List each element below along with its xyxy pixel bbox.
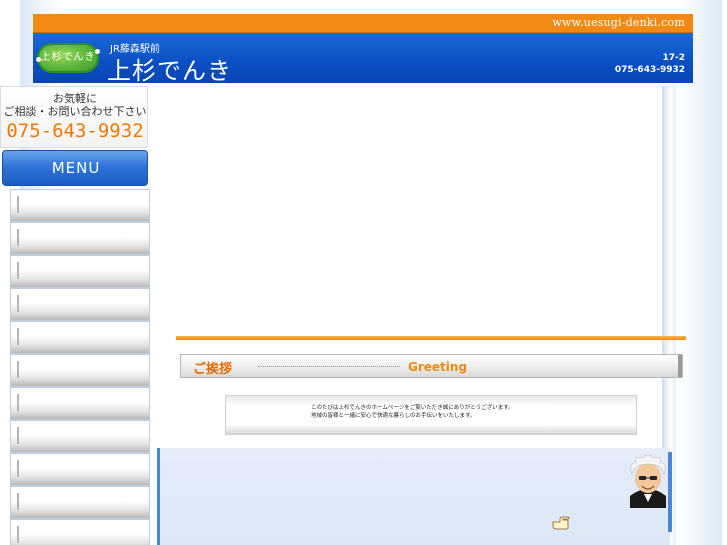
menu-item[interactable] <box>10 420 150 453</box>
menu-list <box>10 189 150 545</box>
site-header: 上杉でんき JR藤森駅前 上杉でんき 17-2 075-643-9932 <box>33 33 693 85</box>
greeting-message-box: このたびは上杉でんきのホームページをご覧いただき誠にありがとうございます。 地域… <box>225 395 637 435</box>
menu-header: MENU <box>2 150 148 186</box>
menu-item[interactable] <box>10 453 150 486</box>
menu-item[interactable] <box>10 288 150 321</box>
header-phone: 075-643-9932 <box>614 65 685 75</box>
menu-bullet-icon <box>17 295 19 312</box>
menu-item[interactable] <box>10 255 150 288</box>
menu-item[interactable] <box>10 486 150 519</box>
menu-bullet-icon <box>17 493 19 510</box>
menu-bullet-icon <box>17 196 19 213</box>
message-line1: このたびは上杉でんきのホームページをご覧いただき誠にありがとうございます。 <box>311 405 514 411</box>
main-image-area <box>160 86 660 336</box>
header-url-bar: www.uesugi-denki.com <box>33 14 693 33</box>
menu-item[interactable] <box>10 354 150 387</box>
contact-phone[interactable]: 075-643-9932 <box>1 120 149 142</box>
logo-dot-icon <box>95 49 100 54</box>
greeting-heading: ご挨拶 Greeting <box>180 354 683 378</box>
site-url[interactable]: www.uesugi-denki.com <box>552 16 685 29</box>
menu-bullet-icon <box>17 361 19 378</box>
professor-avatar-icon <box>628 454 668 508</box>
heading-dotted-line <box>258 366 400 367</box>
lower-panel <box>157 448 670 545</box>
menu-bullet-icon <box>17 262 19 279</box>
greeting-title-ja: ご挨拶 <box>193 362 233 377</box>
menu-title: MENU <box>51 159 101 177</box>
message-line2: 地域の皆様と一緒に安心で快適な暮らしのお手伝いをいたします。 <box>311 413 476 419</box>
pointing-hand-icon[interactable] <box>552 516 570 530</box>
menu-bullet-icon <box>17 394 19 411</box>
greeting-message: このたびは上杉でんきのホームページをご覧いただき誠にありがとうございます。 地域… <box>311 404 551 426</box>
menu-item[interactable] <box>10 519 150 545</box>
shop-name: 上杉でんき <box>107 57 232 85</box>
logo-dot-icon <box>36 57 41 62</box>
menu-bullet-icon <box>17 328 19 345</box>
menu-bullet-icon <box>17 427 19 444</box>
menu-item[interactable] <box>10 387 150 420</box>
contact-box: お気軽に ご相談・お問い合わせ下さい 075-643-9932 <box>0 86 148 148</box>
heading-edge <box>678 355 682 377</box>
menu-item[interactable] <box>10 321 150 354</box>
logo-text: 上杉でんき <box>40 52 96 63</box>
shop-logo[interactable]: 上杉でんき <box>36 43 100 73</box>
menu-bullet-icon <box>17 229 19 246</box>
address-text: 17-2 <box>662 53 685 63</box>
menu-item[interactable] <box>10 189 150 222</box>
contact-line2: ご相談・お問い合わせ下さい <box>3 105 147 118</box>
section-divider <box>176 336 686 340</box>
menu-bullet-icon <box>17 460 19 477</box>
greeting-title-en: Greeting <box>408 360 468 374</box>
menu-bullet-icon <box>17 526 19 543</box>
menu-item[interactable] <box>10 222 150 255</box>
